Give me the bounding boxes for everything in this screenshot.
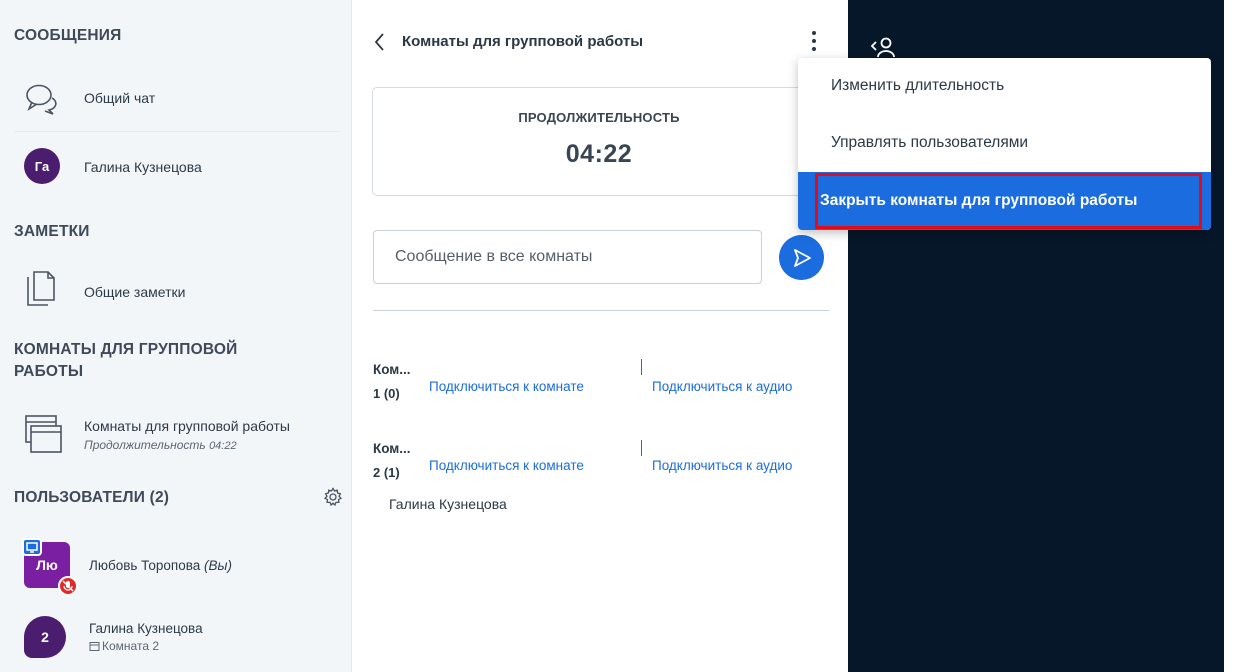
sidebar: СООБЩЕНИЯ Общий чат Га Галина Кузнецова … (0, 0, 352, 672)
gear-icon[interactable] (323, 487, 343, 507)
user-list-item-self[interactable]: Лю Любовь Торопова (Вы) (0, 532, 352, 598)
menu-item-change-duration[interactable]: Изменить длительность (798, 58, 1211, 114)
panel-title[interactable]: Комнаты для групповой работы (402, 33, 643, 50)
duration-value: 04:22 (565, 140, 633, 168)
page-margin (1224, 0, 1246, 672)
sidebar-item-public-chat[interactable]: Общий чат (0, 70, 352, 130)
sidebar-item-label: Галина Кузнецова (84, 159, 202, 175)
notes-section-title: ЗАМЕТКИ (14, 223, 90, 240)
muted-mic-icon (58, 576, 78, 596)
sidebar-item-label: Общие заметки (84, 284, 186, 300)
breakout-section-title: КОМНАТЫ ДЛЯ ГРУППОВОЙ (14, 341, 238, 358)
sidebar-item-breakout-rooms[interactable]: Комнаты для групповой работы Продолжител… (0, 408, 352, 464)
user-list-item[interactable]: 2 Галина Кузнецова Комната 2 (0, 608, 352, 670)
chat-bubbles-icon (24, 82, 64, 118)
user-name: Галина Кузнецова (89, 621, 203, 636)
link-separator (641, 440, 642, 456)
sidebar-item-label: Общий чат (84, 90, 156, 106)
room-row: Ком... 2 (1) Подключиться к комнате Подк… (352, 434, 848, 524)
join-audio-link[interactable]: Подключиться к аудио (652, 379, 792, 394)
send-button[interactable] (779, 235, 824, 280)
messages-section-title: СООБЩЕНИЯ (14, 27, 122, 44)
sidebar-item-private-chat[interactable]: Га Галина Кузнецова (0, 139, 352, 195)
send-icon (793, 248, 811, 267)
room-name: Ком... (373, 441, 411, 456)
sidebar-item-label: Комнаты для групповой работы (84, 418, 290, 434)
user-name-suffix: (Вы) (204, 558, 232, 573)
chevron-left-icon[interactable] (372, 31, 388, 53)
user-name: Любовь Торопова (Вы) (89, 558, 232, 573)
room-icon (89, 641, 100, 651)
user-room-label: Комната 2 (89, 639, 159, 653)
panel-header: Комнаты для групповой работы (352, 0, 848, 80)
presenter-icon (22, 538, 42, 556)
room-count: 2 (1) (373, 465, 400, 480)
link-separator (641, 359, 642, 375)
divider (373, 310, 829, 311)
duration-card: ПРОДОЛЖИТЕЛЬНОСТЬ 04:22 (372, 87, 826, 196)
notes-icon (24, 268, 58, 308)
room-count: 1 (0) (373, 386, 400, 401)
users-section-title: ПОЛЬЗОВАТЕЛИ (2) (14, 489, 170, 506)
message-all-rooms-input[interactable]: Сообщение в все комнаты (373, 230, 762, 284)
breakout-section-title-line2: РАБОТЫ (14, 363, 84, 380)
duration-label: ПРОДОЛЖИТЕЛЬНОСТЬ (518, 110, 680, 125)
room-row: Ком... 1 (0) Подключиться к комнате Подк… (352, 355, 848, 415)
room-name: Ком... (373, 362, 411, 377)
join-audio-link[interactable]: Подключиться к аудио (652, 458, 792, 473)
more-options-icon[interactable] (807, 28, 821, 54)
breakout-duration-label: Продолжительность 04:22 (84, 438, 237, 452)
join-room-link[interactable]: Подключиться к комнате (429, 458, 584, 473)
avatar: 2 (24, 616, 66, 658)
user-list-toggle-icon[interactable] (870, 36, 898, 58)
avatar: Га (24, 148, 60, 184)
menu-item-manage-users[interactable]: Управлять пользователями (798, 115, 1211, 171)
breakout-panel: Комнаты для групповой работы ПРОДОЛЖИТЕЛ… (352, 0, 848, 672)
divider (14, 131, 340, 132)
room-user: Галина Кузнецова (389, 496, 507, 512)
join-room-link[interactable]: Подключиться к комнате (429, 379, 584, 394)
breakout-rooms-icon (22, 412, 66, 456)
highlight-outline (815, 173, 1202, 229)
sidebar-item-shared-notes[interactable]: Общие заметки (0, 262, 352, 314)
